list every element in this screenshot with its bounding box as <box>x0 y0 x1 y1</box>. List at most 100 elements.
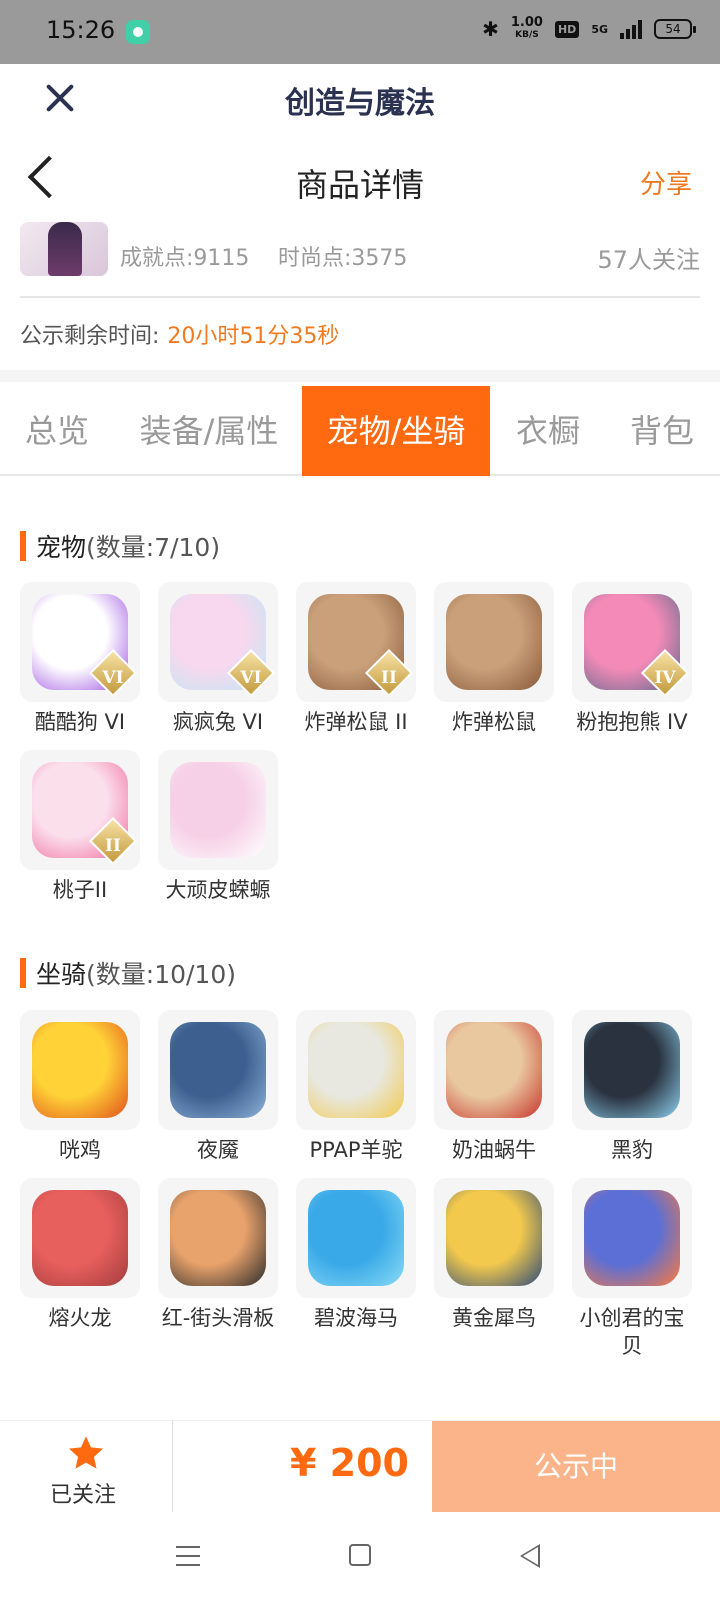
signal-label: 5G <box>591 22 608 36</box>
app-title: 创造与魔法 <box>285 86 435 121</box>
tab-backpack[interactable]: 背包 <box>610 386 714 476</box>
mount-item[interactable]: 黄金犀鸟 <box>434 1178 554 1332</box>
pet-item[interactable]: II 炸弹松鼠 II <box>296 582 416 736</box>
mount-name: 咣鸡 <box>59 1138 101 1162</box>
mount-name: 碧波海马 <box>314 1306 398 1330</box>
mount-thumbnail <box>572 1178 692 1298</box>
star-icon[interactable] <box>66 1433 106 1473</box>
rank-badge-label: II <box>381 668 397 688</box>
page-title: 商品详情 <box>295 166 424 204</box>
pet-name: 炸弹松鼠 <box>452 710 536 734</box>
pet-item[interactable]: VI 酷酷狗 VI <box>20 582 140 736</box>
seller-info: 成就点:9115 时尚点:3575 57人关注 <box>20 222 700 298</box>
tab-overview[interactable]: 总览 <box>0 386 114 476</box>
mount-item[interactable]: 夜魇 <box>158 1010 278 1164</box>
mount-image <box>170 1190 266 1286</box>
pet-thumbnail: VI <box>20 582 140 702</box>
mount-thumbnail <box>20 1010 140 1130</box>
mount-image <box>584 1022 680 1118</box>
bottom-action-bar: 已关注 ¥ 200 公示中 <box>0 1420 720 1513</box>
mount-thumbnail <box>296 1010 416 1130</box>
mount-name: 奶油蜗牛 <box>452 1138 536 1162</box>
pets-section-title: 宠物 (数量:7/10) <box>20 528 220 564</box>
page-header: 商品详情 分享 <box>0 140 720 220</box>
rank-badge-label: VI <box>240 668 262 688</box>
mount-thumbnail <box>434 1010 554 1130</box>
price: ¥ 200 <box>290 1441 409 1485</box>
pet-thumbnail: IV <box>572 582 692 702</box>
section-divider <box>0 370 720 382</box>
status-time: 15:26 <box>46 16 116 44</box>
tab-pets-mounts[interactable]: 宠物/坐骑 <box>302 386 490 476</box>
mount-item[interactable]: 黑豹 <box>572 1010 692 1164</box>
mount-name: 小创君的宝贝 <box>579 1306 685 1358</box>
network-speed-unit: KB/S <box>515 30 539 40</box>
fashion-points: 时尚点:3575 <box>278 246 408 271</box>
recent-apps-icon[interactable] <box>176 1546 200 1566</box>
mount-item[interactable]: 红-街头滑板 <box>158 1178 278 1332</box>
app-notification-icon <box>126 20 150 44</box>
remaining-time: 公示剩余时间: 20小时51分35秒 <box>20 318 339 350</box>
mount-image <box>446 1022 542 1118</box>
tab-wardrobe[interactable]: 衣橱 <box>496 386 600 476</box>
follower-count: 57人关注 <box>597 246 700 274</box>
system-nav-bar <box>0 1512 720 1600</box>
mount-item[interactable]: 熔火龙 <box>20 1178 140 1332</box>
mount-image <box>32 1022 128 1118</box>
pet-thumbnail <box>158 750 278 870</box>
home-icon[interactable] <box>349 1544 371 1566</box>
pet-item[interactable]: VI 疯疯兔 VI <box>158 582 278 736</box>
mount-thumbnail <box>296 1178 416 1298</box>
mount-name: PPAP羊驼 <box>309 1138 403 1162</box>
pet-thumbnail: II <box>296 582 416 702</box>
pet-item[interactable]: II 桃子II <box>20 750 140 904</box>
signal-icon <box>620 19 642 39</box>
app-header: 创造与魔法 <box>0 64 720 132</box>
character-avatar[interactable] <box>20 222 108 276</box>
pet-item[interactable]: 炸弹松鼠 <box>434 582 554 736</box>
status-bar: 15:26 ✱ 1.00 KB/S HD 5G 54 <box>0 0 720 64</box>
mount-name: 黄金犀鸟 <box>452 1306 536 1330</box>
network-speed-value: 1.00 <box>510 15 543 30</box>
status-icons: ✱ 1.00 KB/S HD 5G 54 <box>482 16 696 42</box>
rank-badge-label: IV <box>654 668 676 688</box>
mount-image <box>308 1022 404 1118</box>
public-notice-button[interactable]: 公示中 <box>432 1421 720 1513</box>
network-speed: 1.00 KB/S <box>511 16 543 42</box>
pet-thumbnail <box>434 582 554 702</box>
mounts-section-title: 坐骑 (数量:10/10) <box>20 955 236 991</box>
mount-thumbnail <box>20 1178 140 1298</box>
pets-title: 宠物 <box>36 533 87 562</box>
pet-name: 炸弹松鼠 II <box>304 710 408 734</box>
pet-image <box>170 762 266 858</box>
pet-thumbnail: II <box>20 750 140 870</box>
tab-equipment[interactable]: 装备/属性 <box>124 386 294 476</box>
pets-count: (数量:7/10) <box>86 533 221 562</box>
achievement-points: 成就点:9115 <box>120 246 250 271</box>
bluetooth-icon: ✱ <box>482 17 499 41</box>
remaining-time-label: 公示剩余时间: <box>20 324 160 349</box>
pet-thumbnail: VI <box>158 582 278 702</box>
pet-item[interactable]: 大顽皮蝾螈 <box>158 750 278 904</box>
pet-name: 大顽皮蝾螈 <box>165 878 271 902</box>
mount-item[interactable]: PPAP羊驼 <box>296 1010 416 1164</box>
mount-name: 黑豹 <box>611 1138 653 1162</box>
back-nav-icon[interactable] <box>520 1544 540 1568</box>
share-button[interactable]: 分享 <box>640 164 692 201</box>
mount-item[interactable]: 奶油蜗牛 <box>434 1010 554 1164</box>
pet-item[interactable]: IV 粉抱抱熊 IV <box>572 582 692 736</box>
follow-status[interactable]: 已关注 <box>50 1477 116 1509</box>
mount-thumbnail <box>572 1010 692 1130</box>
mount-item[interactable]: 小创君的宝贝 <box>572 1178 692 1360</box>
section-marker <box>20 958 26 988</box>
mount-image <box>308 1190 404 1286</box>
mount-name: 红-街头滑板 <box>161 1306 275 1330</box>
pet-name: 桃子II <box>52 878 108 902</box>
hd-icon: HD <box>554 20 580 38</box>
mount-name: 熔火龙 <box>48 1306 112 1330</box>
mount-item[interactable]: 咣鸡 <box>20 1010 140 1164</box>
rank-badge-label: II <box>105 836 121 856</box>
mount-item[interactable]: 碧波海马 <box>296 1178 416 1332</box>
battery-icon: 54 <box>654 19 696 39</box>
mounts-title: 坐骑 <box>36 960 87 989</box>
